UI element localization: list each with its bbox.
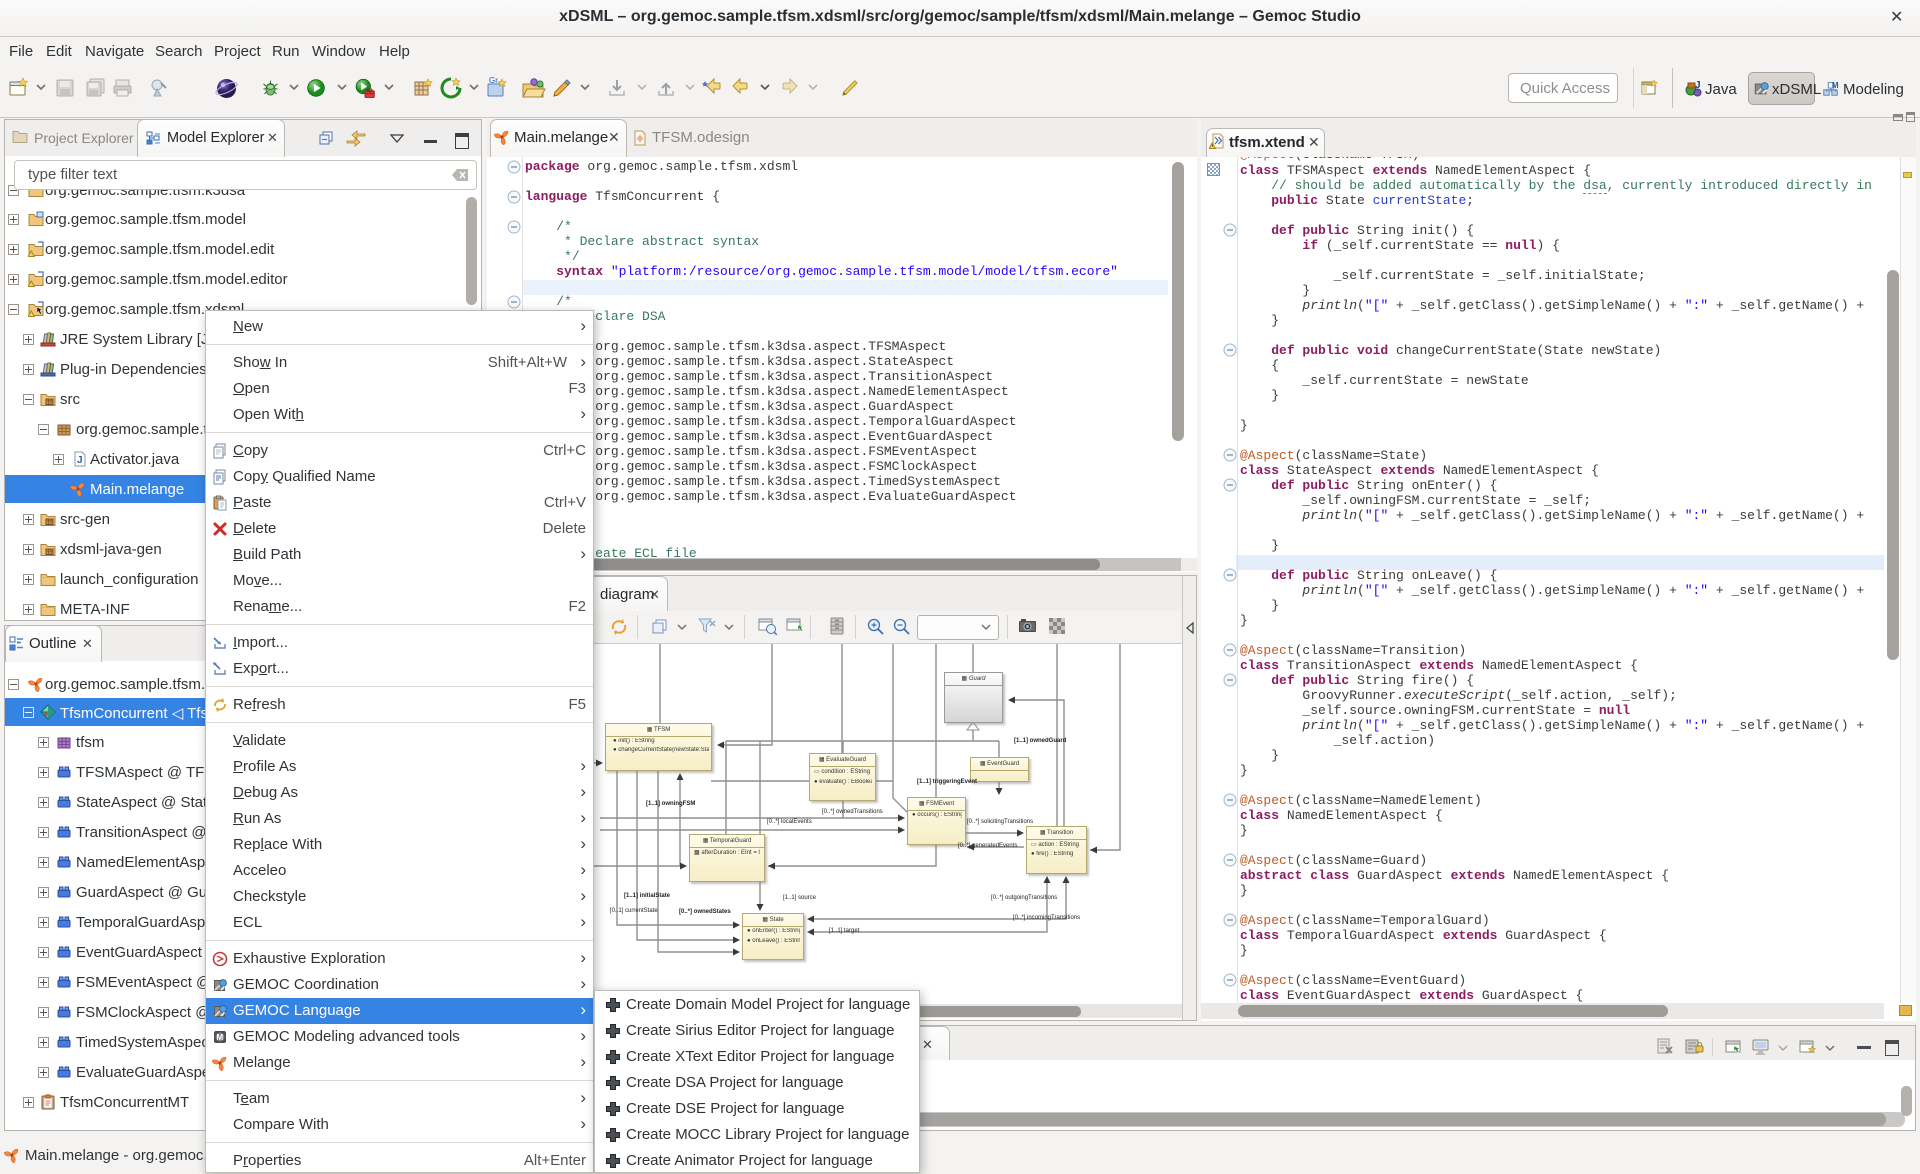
svg-text:Gr: Gr bbox=[489, 76, 498, 85]
svg-text:M: M bbox=[217, 1033, 224, 1042]
svg-text:J: J bbox=[1695, 80, 1701, 91]
svg-text:J: J bbox=[77, 455, 83, 466]
svg-text:M: M bbox=[1832, 81, 1839, 90]
